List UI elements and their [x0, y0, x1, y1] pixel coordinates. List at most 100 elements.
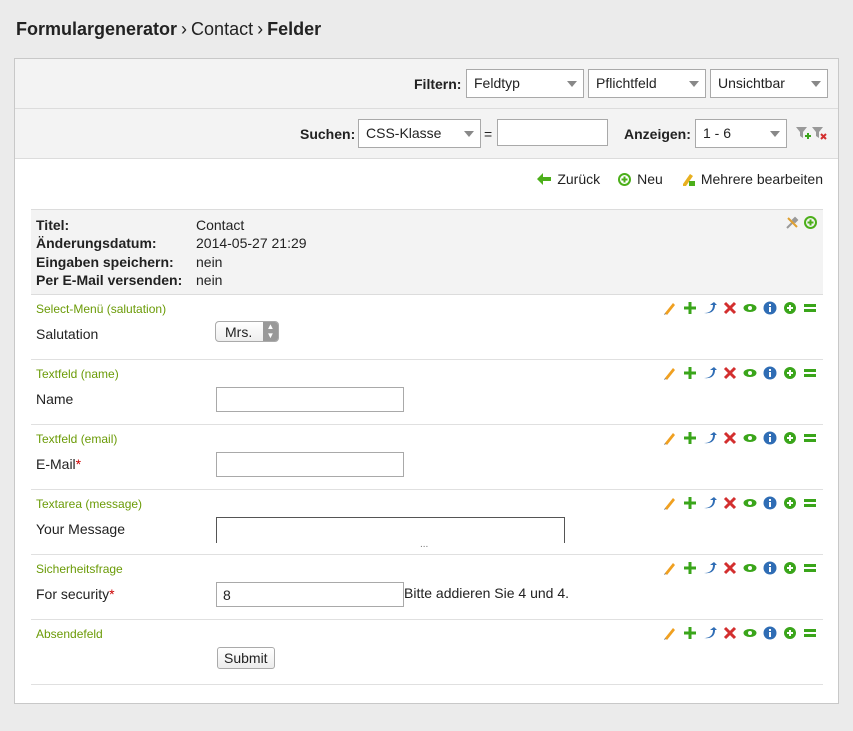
required-marker: *: [75, 456, 82, 472]
field-row: Select-Menü (salutation) Salutation Mrs. ▲ ▼: [31, 295, 823, 360]
field-title[interactable]: Select-Menü (salutation): [36, 302, 166, 316]
field-title[interactable]: Textfeld (email): [36, 432, 117, 446]
edit-pencil-icon[interactable]: [663, 561, 677, 575]
add-circle-icon[interactable]: [804, 216, 817, 230]
info-icon[interactable]: [763, 431, 777, 445]
delete-x-icon[interactable]: [723, 366, 737, 380]
range-select[interactable]: 1 - 6: [695, 119, 787, 148]
store-value: nein: [196, 254, 223, 270]
field-title[interactable]: Textfeld (name): [36, 367, 119, 381]
form-info-actions: [785, 216, 817, 230]
filter-remove-icon[interactable]: [812, 127, 827, 141]
visibility-eye-icon[interactable]: [743, 561, 757, 575]
field-title[interactable]: Textarea (message): [36, 497, 142, 511]
visibility-eye-icon[interactable]: [743, 301, 757, 315]
delete-x-icon[interactable]: [723, 496, 737, 510]
info-icon[interactable]: [763, 496, 777, 510]
add-plus-icon[interactable]: [683, 496, 697, 510]
field-label: For security*: [36, 586, 115, 602]
add-circle-icon: [618, 172, 632, 186]
drag-handle-icon[interactable]: [803, 561, 817, 575]
back-link[interactable]: Zurück: [537, 169, 600, 189]
move-arrow-icon[interactable]: [703, 431, 717, 445]
field-actions: [663, 366, 817, 380]
delete-x-icon[interactable]: [723, 431, 737, 445]
date-value: 2014-05-27 21:29: [196, 235, 307, 251]
field-title[interactable]: Absendefeld: [36, 627, 103, 641]
move-arrow-icon[interactable]: [703, 301, 717, 315]
edit-pencil-icon[interactable]: [663, 431, 677, 445]
drag-handle-icon[interactable]: [803, 301, 817, 315]
edit-pencil-icon[interactable]: [663, 626, 677, 640]
move-arrow-icon[interactable]: [703, 561, 717, 575]
visibility-eye-icon[interactable]: [743, 431, 757, 445]
show-label: Anzeigen:: [624, 126, 691, 142]
edit-pencil-icon[interactable]: [663, 301, 677, 315]
add-plus-icon[interactable]: [683, 561, 697, 575]
filter-add-icon[interactable]: [796, 127, 811, 141]
salutation-select[interactable]: Mrs. ▲ ▼: [215, 321, 279, 342]
info-icon[interactable]: [763, 366, 777, 380]
add-circle-icon[interactable]: [783, 496, 797, 510]
unsichtbar-select[interactable]: Unsichtbar: [710, 69, 828, 98]
field-actions: [663, 301, 817, 315]
chevron-down-icon: [689, 81, 699, 87]
field-label: E-Mail*: [36, 456, 82, 472]
move-arrow-icon[interactable]: [703, 496, 717, 510]
delete-x-icon[interactable]: [723, 626, 737, 640]
move-arrow-icon[interactable]: [703, 366, 717, 380]
visibility-eye-icon[interactable]: [743, 366, 757, 380]
field-input[interactable]: [216, 452, 404, 477]
delete-x-icon[interactable]: [723, 561, 737, 575]
store-label: Eingaben speichern:: [36, 254, 174, 270]
fields-panel: Filtern: Feldtyp Pflichtfeld Unsichtbar …: [14, 58, 839, 704]
info-icon[interactable]: [763, 561, 777, 575]
add-circle-icon[interactable]: [783, 561, 797, 575]
arrow-left-icon: [537, 173, 552, 185]
field-row: Textarea (message) Your Message...: [31, 490, 823, 555]
info-icon[interactable]: [763, 301, 777, 315]
move-arrow-icon[interactable]: [703, 626, 717, 640]
breadcrumb-root[interactable]: Formulargenerator: [16, 19, 177, 39]
filter-label: Filtern:: [414, 76, 462, 92]
new-link[interactable]: Neu: [618, 169, 663, 189]
add-plus-icon[interactable]: [683, 366, 697, 380]
feldtyp-select[interactable]: Feldtyp: [466, 69, 584, 98]
drag-handle-icon[interactable]: [803, 496, 817, 510]
bulk-edit-icon: [681, 172, 695, 186]
drag-handle-icon[interactable]: [803, 366, 817, 380]
visibility-eye-icon[interactable]: [743, 626, 757, 640]
field-actions: [663, 561, 817, 575]
field-input[interactable]: 8: [216, 582, 404, 607]
drag-handle-icon[interactable]: [803, 431, 817, 445]
delete-x-icon[interactable]: [723, 301, 737, 315]
resize-handle[interactable]: ...: [420, 539, 428, 550]
submit-button[interactable]: Submit: [217, 647, 275, 669]
date-label: Änderungsdatum:: [36, 235, 157, 251]
search-column-select[interactable]: CSS-Klasse: [358, 119, 481, 148]
add-circle-icon[interactable]: [783, 431, 797, 445]
field-input[interactable]: [216, 387, 404, 412]
breadcrumb-middle[interactable]: Contact: [191, 19, 253, 39]
email-value: nein: [196, 272, 223, 288]
settings-tools-icon[interactable]: [785, 216, 799, 230]
add-plus-icon[interactable]: [683, 431, 697, 445]
message-textarea[interactable]: [216, 517, 565, 543]
visibility-eye-icon[interactable]: [743, 496, 757, 510]
add-circle-icon[interactable]: [783, 366, 797, 380]
add-plus-icon[interactable]: [683, 301, 697, 315]
field-title[interactable]: Sicherheitsfrage: [36, 562, 123, 576]
drag-handle-icon[interactable]: [803, 626, 817, 640]
add-plus-icon[interactable]: [683, 626, 697, 640]
info-icon[interactable]: [763, 626, 777, 640]
bulk-edit-link[interactable]: Mehrere bearbeiten: [681, 169, 823, 189]
edit-pencil-icon[interactable]: [663, 496, 677, 510]
search-operator: =: [484, 126, 493, 142]
search-input[interactable]: [497, 119, 608, 146]
chevron-down-icon: [770, 131, 780, 137]
add-circle-icon[interactable]: [783, 301, 797, 315]
edit-pencil-icon[interactable]: [663, 366, 677, 380]
add-circle-icon[interactable]: [783, 626, 797, 640]
pflichtfeld-select[interactable]: Pflichtfeld: [588, 69, 706, 98]
breadcrumb-current: Felder: [267, 19, 322, 39]
